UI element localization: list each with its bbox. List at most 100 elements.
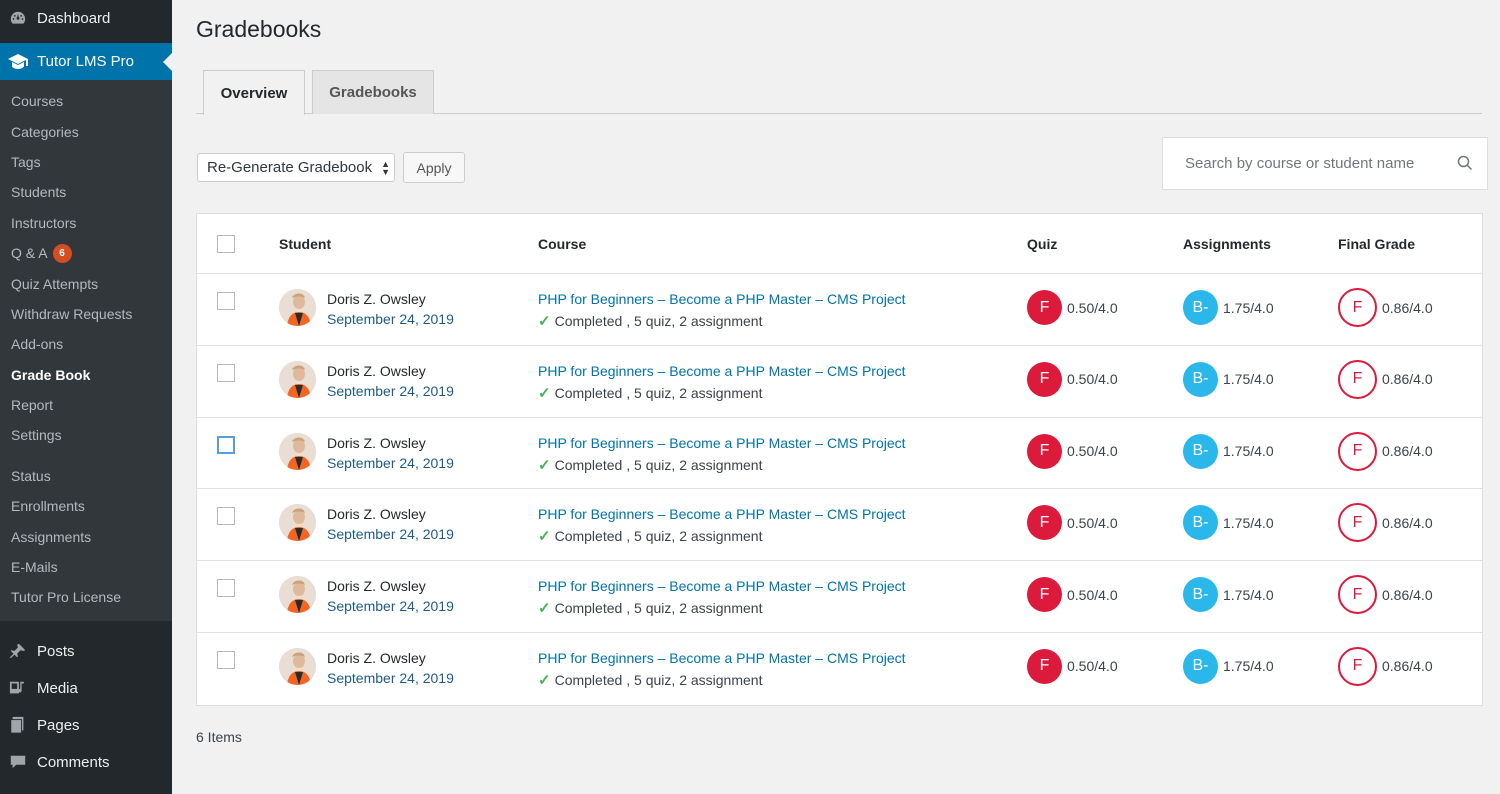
assignment-grade: B- 1.75/4.0 — [1183, 577, 1274, 613]
row-checkbox[interactable] — [217, 435, 235, 454]
final-score: 0.86/4.0 — [1382, 443, 1433, 460]
tab-bar: Overview Gradebooks — [196, 70, 1482, 115]
admin-sidebar: Dashboard Tutor LMS Pro Courses Categori… — [0, 0, 172, 794]
course-link[interactable]: PHP for Beginners – Become a PHP Master … — [538, 650, 906, 666]
sidebar-item-tutor-pro-license[interactable]: Tutor Pro License — [0, 582, 172, 612]
assignment-grade: B- 1.75/4.0 — [1183, 505, 1274, 541]
sidebar-item-tags[interactable]: Tags — [0, 147, 172, 177]
final-grade-badge: F — [1338, 288, 1377, 327]
assignment-grade-badge: B- — [1183, 433, 1218, 469]
table-row: Doris Z. Owsley September 24, 2019 PHP f… — [197, 561, 1482, 633]
sidebar-item-settings[interactable]: Settings — [0, 420, 172, 450]
final-score: 0.86/4.0 — [1382, 586, 1433, 603]
sidebar-item-grade-book[interactable]: Grade Book — [0, 360, 172, 390]
apply-button[interactable]: Apply — [403, 152, 465, 183]
final-grade: F 0.86/4.0 — [1338, 359, 1433, 399]
sidebar-item-quiz-attempts[interactable]: Quiz Attempts — [0, 268, 172, 298]
course-status: ✓ Completed , 5 quiz, 2 assignment — [538, 456, 762, 474]
menu-media[interactable]: Media — [0, 670, 172, 707]
search-icon[interactable] — [1457, 155, 1473, 175]
sidebar-item-status[interactable]: Status — [0, 461, 172, 491]
avatar — [279, 647, 316, 685]
student-name: Doris Z. Owsley — [327, 362, 426, 379]
menu-comments[interactable]: Comments — [0, 744, 172, 781]
check-icon: ✓ — [538, 313, 551, 330]
header-quiz: Quiz — [1027, 236, 1058, 252]
final-grade-badge: F — [1338, 575, 1377, 615]
menu-tutor-lms[interactable]: Tutor LMS Pro — [0, 43, 172, 80]
sidebar-item-qa-label: Q & A — [11, 245, 48, 262]
sidebar-item-instructors[interactable]: Instructors — [0, 208, 172, 238]
course-status: ✓ Completed , 5 quiz, 2 assignment — [538, 527, 762, 545]
course-link[interactable]: PHP for Beginners – Become a PHP Master … — [538, 435, 906, 451]
row-checkbox[interactable] — [217, 579, 235, 598]
menu-dashboard-label: Dashboard — [37, 10, 111, 27]
enroll-date: September 24, 2019 — [327, 382, 454, 399]
sidebar-item-emails[interactable]: E-Mails — [0, 552, 172, 582]
final-grade: F 0.86/4.0 — [1338, 288, 1433, 327]
final-grade: F 0.86/4.0 — [1338, 575, 1433, 615]
assignment-grade: B- 1.75/4.0 — [1183, 648, 1274, 684]
menu-dashboard[interactable]: Dashboard — [0, 0, 172, 37]
sidebar-item-students[interactable]: Students — [0, 177, 172, 207]
quiz-grade: F 0.50/4.0 — [1027, 505, 1118, 541]
check-icon: ✓ — [538, 384, 551, 402]
course-status: ✓ Completed , 5 quiz, 2 assignment — [538, 384, 762, 402]
tab-gradebooks[interactable]: Gradebooks — [312, 70, 434, 114]
final-grade-badge: F — [1338, 646, 1377, 686]
student-name: Doris Z. Owsley — [327, 434, 426, 451]
course-link[interactable]: PHP for Beginners – Become a PHP Master … — [538, 363, 906, 379]
quiz-grade-badge: F — [1027, 433, 1062, 469]
assignment-score: 1.75/4.0 — [1223, 371, 1274, 388]
search-input[interactable]: Search by course or student name — [1162, 137, 1488, 190]
table-body: Doris Z. Owsley September 24, 2019 PHP f… — [197, 274, 1482, 705]
quiz-grade: F 0.50/4.0 — [1027, 290, 1118, 325]
sidebar-item-enrollments[interactable]: Enrollments — [0, 491, 172, 521]
avatar — [279, 360, 316, 398]
pages-icon — [8, 715, 28, 735]
tab-overview[interactable]: Overview — [203, 70, 305, 115]
sidebar-item-withdraw-requests[interactable]: Withdraw Requests — [0, 299, 172, 329]
bulk-action-select[interactable]: Re-Generate Gradebook ▲ ▼ — [197, 153, 395, 182]
course-status: ✓ Completed , 5 quiz, 2 assignment — [538, 671, 762, 689]
row-checkbox[interactable] — [217, 292, 235, 310]
sidebar-item-addons[interactable]: Add-ons — [0, 329, 172, 359]
check-icon: ✓ — [538, 671, 551, 689]
assignment-grade: B- 1.75/4.0 — [1183, 361, 1274, 397]
select-all-checkbox[interactable] — [217, 235, 235, 253]
row-checkbox[interactable] — [217, 363, 235, 382]
course-status: ✓ Completed , 5 quiz, 2 assignment — [538, 599, 762, 617]
sidebar-item-qa[interactable]: Q & A 6 — [0, 238, 172, 268]
row-checkbox[interactable] — [217, 507, 235, 526]
course-link[interactable]: PHP for Beginners – Become a PHP Master … — [538, 291, 906, 307]
row-checkbox[interactable] — [217, 650, 235, 669]
quiz-score: 0.50/4.0 — [1067, 443, 1118, 460]
course-link[interactable]: PHP for Beginners – Become a PHP Master … — [538, 506, 906, 522]
quiz-grade-badge: F — [1027, 648, 1062, 684]
tutor-submenu: Courses Categories Tags Students Instruc… — [0, 80, 172, 621]
gradebook-table: Student Course Quiz Assignments Final Gr… — [196, 213, 1483, 706]
student-name: Doris Z. Owsley — [327, 578, 426, 595]
enroll-date: September 24, 2019 — [327, 454, 454, 471]
quiz-grade: F 0.50/4.0 — [1027, 361, 1118, 397]
sidebar-item-categories[interactable]: Categories — [0, 116, 172, 146]
sidebar-item-assignments[interactable]: Assignments — [0, 521, 172, 551]
student-name: Doris Z. Owsley — [327, 649, 426, 666]
check-icon: ✓ — [538, 528, 551, 546]
table-row: Doris Z. Owsley September 24, 2019 PHP f… — [197, 346, 1482, 418]
menu-pages[interactable]: Pages — [0, 707, 172, 744]
menu-media-label: Media — [37, 679, 78, 697]
check-icon: ✓ — [538, 456, 551, 474]
status-details: , 5 quiz, 2 assignment — [626, 671, 763, 688]
course-link[interactable]: PHP for Beginners – Become a PHP Master … — [538, 578, 906, 594]
final-score: 0.86/4.0 — [1382, 299, 1433, 316]
sidebar-item-report[interactable]: Report — [0, 390, 172, 420]
quiz-grade: F 0.50/4.0 — [1027, 433, 1118, 469]
status-label: Completed — [554, 528, 623, 545]
menu-posts[interactable]: Posts — [0, 633, 172, 670]
final-grade: F 0.86/4.0 — [1338, 431, 1433, 471]
sidebar-item-courses[interactable]: Courses — [0, 86, 172, 116]
assignment-grade: B- 1.75/4.0 — [1183, 290, 1274, 325]
status-details: , 5 quiz, 2 assignment — [626, 384, 763, 401]
quiz-score: 0.50/4.0 — [1067, 299, 1118, 316]
